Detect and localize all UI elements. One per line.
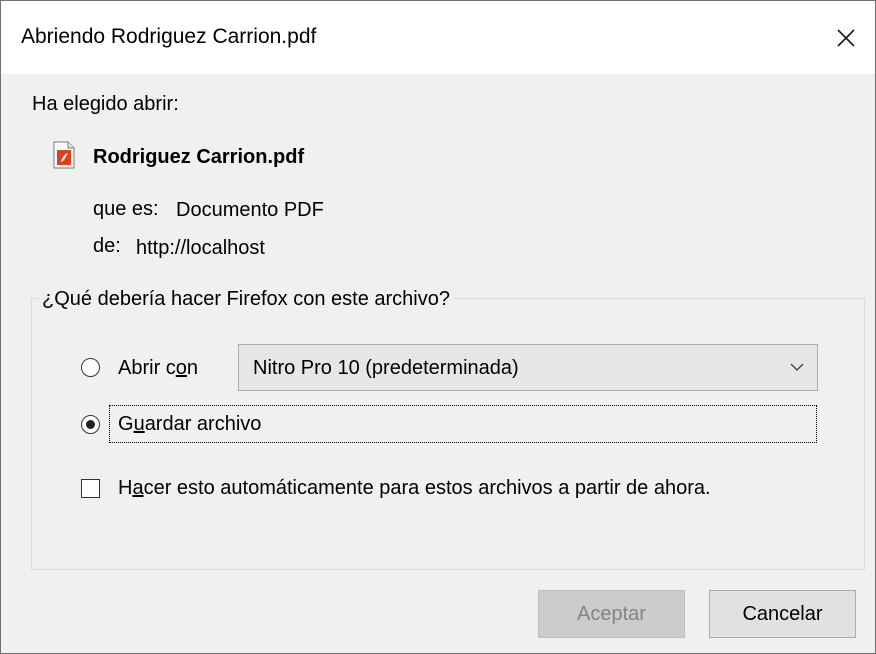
- from-label: de:: [93, 235, 121, 257]
- dialog-title: Abriendo Rodriguez Carrion.pdf: [21, 25, 317, 48]
- pdf-file-icon: [53, 141, 75, 169]
- save-file-label[interactable]: Guardar archivo: [118, 413, 261, 436]
- accept-button[interactable]: Aceptar: [538, 590, 685, 638]
- open-with-radio[interactable]: [81, 358, 100, 377]
- open-with-label[interactable]: Abrir con: [118, 357, 198, 380]
- auto-label[interactable]: Hacer esto automáticamente para estos ar…: [118, 477, 711, 500]
- chosen-heading: Ha elegido abrir:: [32, 93, 179, 115]
- cancel-button[interactable]: Cancelar: [709, 590, 856, 638]
- action-group-legend: ¿Qué debería hacer Firefox con este arch…: [39, 288, 453, 311]
- from-value: http://localhost: [136, 237, 265, 259]
- app-select[interactable]: Nitro Pro 10 (predeterminada): [238, 344, 818, 391]
- save-file-radio[interactable]: [81, 415, 100, 434]
- chevron-down-icon: [790, 363, 804, 371]
- title-bar: Abriendo Rodriguez Carrion.pdf: [1, 1, 875, 74]
- auto-checkbox[interactable]: [81, 479, 100, 498]
- app-select-value: Nitro Pro 10 (predeterminada): [253, 357, 519, 379]
- close-button[interactable]: [817, 1, 875, 74]
- dialog-window: Abriendo Rodriguez Carrion.pdf Ha elegid…: [0, 0, 876, 654]
- file-name: Rodriguez Carrion.pdf: [93, 146, 305, 168]
- close-icon: [837, 28, 855, 47]
- type-label: que es:: [93, 198, 159, 220]
- radio-selected-dot: [86, 420, 95, 429]
- type-value: Documento PDF: [176, 199, 324, 221]
